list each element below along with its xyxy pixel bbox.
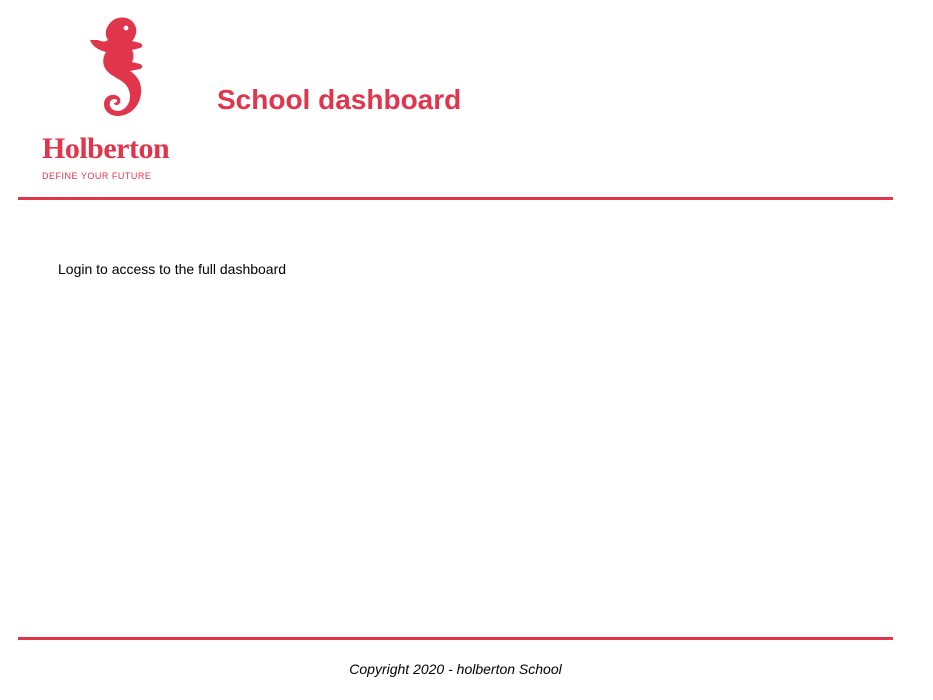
page-title: School dashboard xyxy=(217,84,462,115)
logo-wordmark: Holberton xyxy=(42,132,170,165)
copyright-text: Copyright 2020 - holberton School xyxy=(349,661,562,677)
seahorse-logo-icon xyxy=(90,17,143,116)
app-header: Holberton DEFINE YOUR FUTURE School dash… xyxy=(18,0,893,200)
login-message: Login to access to the full dashboard xyxy=(58,261,287,277)
app-page: Holberton DEFINE YOUR FUTURE School dash… xyxy=(0,0,933,700)
app-footer: Copyright 2020 - holberton School xyxy=(18,637,893,700)
logo-tagline: DEFINE YOUR FUTURE xyxy=(42,171,152,181)
holberton-logo: Holberton DEFINE YOUR FUTURE xyxy=(42,16,194,186)
